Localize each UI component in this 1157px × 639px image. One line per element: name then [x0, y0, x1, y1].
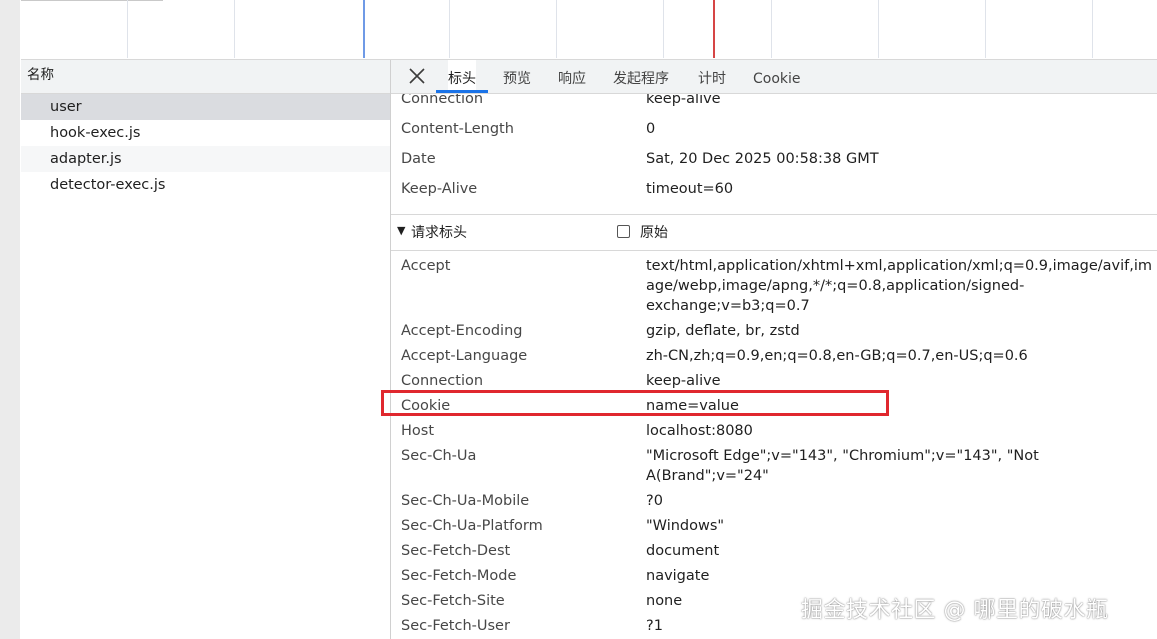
- timeline-gridline: [449, 0, 450, 58]
- timeline-gridline: [771, 0, 772, 58]
- request-header-value: age/webp,image/apng,*/*;q=0.8,applicatio…: [646, 278, 1025, 294]
- tab-cookies[interactable]: Cookie: [753, 60, 801, 93]
- request-header-name: Sec-Ch-Ua: [401, 448, 477, 464]
- timeline-domcontentloaded-marker: [363, 0, 365, 58]
- request-header-value: localhost:8080: [646, 423, 753, 439]
- request-header-name: Sec-Ch-Ua-Mobile: [401, 493, 530, 509]
- request-header-value: keep-alive: [646, 373, 721, 389]
- request-row-adapter[interactable]: adapter.js: [21, 146, 390, 172]
- request-header-name: Accept: [401, 258, 451, 274]
- request-header-value: navigate: [646, 568, 710, 584]
- response-header-name: Date: [401, 151, 436, 167]
- raw-checkbox[interactable]: [617, 225, 630, 238]
- tab-response[interactable]: 响应: [558, 60, 586, 93]
- timeline-gridline: [985, 0, 986, 58]
- request-header-name: Sec-Fetch-User: [401, 618, 510, 634]
- timeline-gridline: [878, 0, 879, 58]
- tab-timing[interactable]: 计时: [698, 60, 726, 93]
- request-header-name: Connection: [401, 373, 484, 389]
- response-header-value: Sat, 20 Dec 2025 00:58:38 GMT: [646, 151, 879, 167]
- close-icon[interactable]: [407, 66, 427, 86]
- request-list-panel: 名称 user hook-exec.js adapter.js detector…: [21, 60, 391, 639]
- request-header-name: Cookie: [401, 398, 451, 414]
- request-row-user[interactable]: user: [21, 94, 390, 120]
- request-header-name: Sec-Fetch-Dest: [401, 543, 511, 559]
- tab-initiator[interactable]: 发起程序: [613, 60, 669, 93]
- response-header-value: timeout=60: [646, 181, 734, 197]
- request-header-value: text/html,application/xhtml+xml,applicat…: [646, 258, 1153, 274]
- request-header-value: ?0: [646, 493, 663, 509]
- request-header-name: Sec-Fetch-Site: [401, 593, 505, 609]
- request-header-name: Host: [401, 423, 435, 439]
- request-header-name: Accept-Encoding: [401, 323, 523, 339]
- request-header-value: ?1: [646, 618, 663, 634]
- request-row-detector-exec[interactable]: detector-exec.js: [21, 172, 390, 198]
- raw-checkbox-label[interactable]: 原始: [640, 222, 668, 242]
- timeline-gridline: [1092, 0, 1093, 58]
- details-tab-bar: 标头 预览 响应 发起程序 计时 Cookie: [391, 60, 1157, 94]
- tab-headers[interactable]: 标头: [436, 60, 488, 93]
- request-header-name: Accept-Language: [401, 348, 528, 364]
- request-header-value: none: [646, 593, 683, 609]
- left-edge-strip: [0, 0, 20, 639]
- tab-preview[interactable]: 预览: [503, 60, 531, 93]
- timeline-gridline: [663, 0, 664, 58]
- response-header-value: 0: [646, 121, 656, 137]
- response-header-name: Content-Length: [401, 121, 514, 137]
- watermark-text: 掘金技术社区 @ 哪里的破水瓶: [801, 598, 1109, 623]
- request-header-value: document: [646, 543, 720, 559]
- request-header-value: "Windows": [646, 518, 725, 534]
- request-details-panel: Connection keep-alive Content-Length 0 Date S…: [391, 60, 1157, 639]
- name-column-header[interactable]: 名称: [21, 60, 390, 94]
- request-row-hook-exec[interactable]: hook-exec.js: [21, 120, 390, 146]
- request-header-value: name=value: [646, 398, 739, 414]
- request-header-name: Sec-Ch-Ua-Platform: [401, 518, 543, 534]
- timeline-load-marker: [713, 0, 715, 58]
- request-headers-title[interactable]: 请求标头: [411, 222, 467, 242]
- request-header-value: "Microsoft Edge";v="143", "Chromium";v="…: [646, 448, 1039, 464]
- timeline-gridline: [234, 0, 235, 58]
- request-header-value: exchange;v=b3;q=0.7: [646, 298, 810, 314]
- request-header-value: A(Brand";v="24": [646, 468, 769, 484]
- request-headers-section-header[interactable]: ▼ 请求标头 原始: [391, 214, 1157, 251]
- request-header-value: gzip, deflate, br, zstd: [646, 323, 800, 339]
- network-timeline-overview[interactable]: [21, 0, 1157, 60]
- request-header-value: zh-CN,zh;q=0.9,en;q=0.8,en-GB;q=0.7,en-U…: [646, 348, 1028, 364]
- collapse-triangle-icon[interactable]: ▼: [397, 224, 405, 237]
- request-header-name: Sec-Fetch-Mode: [401, 568, 517, 584]
- response-header-name: Keep-Alive: [401, 181, 478, 197]
- timeline-gridline: [556, 0, 557, 58]
- timeline-gridline: [127, 0, 128, 58]
- timeline-top-segment: [21, 0, 163, 1]
